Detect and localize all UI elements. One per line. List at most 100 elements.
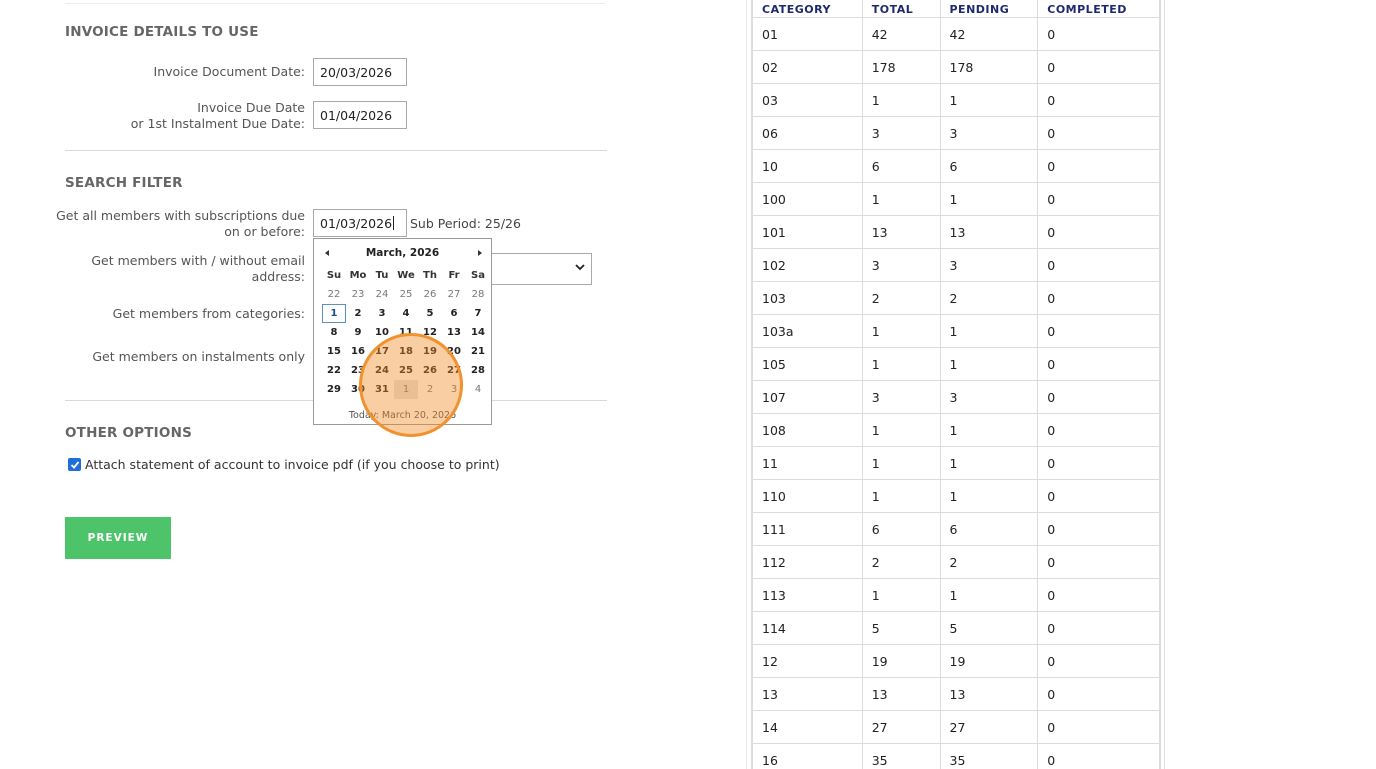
calendar-day[interactable]: 4 bbox=[466, 380, 490, 399]
calendar-day[interactable]: 6 bbox=[442, 304, 466, 323]
table-row: 06 3 3 0 bbox=[752, 116, 1160, 150]
table-row: 111 6 6 0 bbox=[752, 512, 1160, 546]
calendar-day[interactable]: 9 bbox=[346, 323, 370, 342]
calendar-day[interactable]: 15 bbox=[322, 342, 346, 361]
calendar-day[interactable]: 7 bbox=[466, 304, 490, 323]
cell-completed: 0 bbox=[1037, 479, 1160, 513]
calendar-day[interactable]: 22 bbox=[322, 285, 346, 304]
category-summary-table: CATEGORY TOTAL PENDING COMPLETED 01 42 42 0… bbox=[751, 0, 1161, 769]
table-header-row: CATEGORY TOTAL PENDING COMPLETED bbox=[752, 0, 1160, 18]
cell-category: 14 bbox=[752, 710, 863, 744]
cell-completed: 0 bbox=[1037, 50, 1160, 84]
cell-category: 114 bbox=[752, 611, 863, 645]
table-row: 13 13 13 0 bbox=[752, 677, 1160, 711]
email-filter-label-line2: address: bbox=[251, 269, 305, 284]
table-row: 105 1 1 0 bbox=[752, 347, 1160, 381]
checkmark-icon bbox=[70, 460, 79, 469]
cell-category: 11 bbox=[752, 446, 863, 480]
top-divider bbox=[65, 0, 605, 4]
cell-category: 06 bbox=[752, 116, 863, 150]
cell-pending: 19 bbox=[939, 644, 1039, 678]
cell-category: 16 bbox=[752, 743, 863, 769]
table-row: 110 1 1 0 bbox=[752, 479, 1160, 513]
attach-statement-checkbox[interactable] bbox=[68, 458, 81, 471]
section-divider bbox=[65, 150, 607, 151]
cell-total: 2 bbox=[861, 281, 941, 315]
calendar-day[interactable]: 4 bbox=[394, 304, 418, 323]
calendar-day[interactable]: 26 bbox=[418, 285, 442, 304]
calendar-day[interactable]: 24 bbox=[370, 285, 394, 304]
next-month-icon[interactable] bbox=[475, 247, 485, 259]
cell-total: 2 bbox=[861, 545, 941, 579]
cell-category: 105 bbox=[752, 347, 863, 381]
cell-category: 03 bbox=[752, 83, 863, 117]
cell-completed: 0 bbox=[1037, 710, 1160, 744]
cell-pending: 5 bbox=[939, 611, 1039, 645]
cell-total: 27 bbox=[861, 710, 941, 744]
calendar-day[interactable]: 13 bbox=[442, 323, 466, 342]
invoice-due-date-input[interactable]: 01/04/2026 bbox=[313, 101, 407, 129]
table-row: 102 3 3 0 bbox=[752, 248, 1160, 282]
weekday-label: Su bbox=[326, 270, 342, 281]
calendar-day[interactable]: 21 bbox=[466, 342, 490, 361]
cell-category: 12 bbox=[752, 644, 863, 678]
preview-button[interactable]: PREVIEW bbox=[65, 517, 171, 559]
calendar-day[interactable]: 23 bbox=[346, 285, 370, 304]
cell-pending: 6 bbox=[939, 149, 1039, 183]
table-row: 10 6 6 0 bbox=[752, 149, 1160, 183]
cell-pending: 1 bbox=[939, 446, 1039, 480]
table-row: 16 35 35 0 bbox=[752, 743, 1160, 769]
category-table: CATEGORY TOTAL PENDING COMPLETED 01 42 42 0… bbox=[752, 0, 1160, 769]
cell-pending: 1 bbox=[939, 83, 1039, 117]
cell-pending: 1 bbox=[939, 314, 1039, 348]
subscriptions-due-label-line2: on or before: bbox=[224, 224, 305, 239]
cell-completed: 0 bbox=[1037, 83, 1160, 117]
calendar-day[interactable]: 5 bbox=[418, 304, 442, 323]
table-row: 103 2 2 0 bbox=[752, 281, 1160, 315]
cell-completed: 0 bbox=[1037, 611, 1160, 645]
calendar-day[interactable]: 28 bbox=[466, 285, 490, 304]
invoice-due-date-label-line1: Invoice Due Date bbox=[197, 100, 305, 115]
subscriptions-due-label-line1: Get all members with subscriptions due bbox=[56, 208, 305, 223]
calendar-day[interactable]: 22 bbox=[322, 361, 346, 380]
cell-completed: 0 bbox=[1037, 182, 1160, 216]
calendar-day[interactable]: 28 bbox=[466, 361, 490, 380]
calendar-day[interactable]: 25 bbox=[394, 285, 418, 304]
calendar-day[interactable]: 8 bbox=[322, 323, 346, 342]
cell-category: 113 bbox=[752, 578, 863, 612]
table-row: 100 1 1 0 bbox=[752, 182, 1160, 216]
calendar-day[interactable]: 1 bbox=[322, 304, 346, 323]
weekday-label: Mo bbox=[349, 270, 367, 281]
cell-category: 103 bbox=[752, 281, 863, 315]
cell-category: 10 bbox=[752, 149, 863, 183]
cell-pending: 1 bbox=[939, 182, 1039, 216]
calendar-day[interactable]: 2 bbox=[346, 304, 370, 323]
calendar-month-title: March, 2026 bbox=[365, 247, 440, 259]
calendar-day[interactable]: 29 bbox=[322, 380, 346, 399]
cell-category: 107 bbox=[752, 380, 863, 414]
click-highlight-marker bbox=[359, 333, 463, 437]
attach-statement-option[interactable]: Attach statement of account to invoice p… bbox=[68, 457, 500, 472]
table-row: 113 1 1 0 bbox=[752, 578, 1160, 612]
section-title-search-filter: SEARCH FILTER bbox=[65, 175, 183, 191]
table-row: 108 1 1 0 bbox=[752, 413, 1160, 447]
email-filter-select[interactable] bbox=[490, 253, 592, 285]
calendar-day[interactable]: 27 bbox=[442, 285, 466, 304]
cell-total: 3 bbox=[861, 248, 941, 282]
calendar-day[interactable]: 14 bbox=[466, 323, 490, 342]
cell-total: 1 bbox=[861, 446, 941, 480]
cell-total: 3 bbox=[861, 116, 941, 150]
calendar-weekday-row: Su Mo Tu We Th Fr Sa bbox=[322, 266, 490, 285]
weekday-label: Th bbox=[423, 270, 437, 281]
invoice-document-date-input[interactable]: 20/03/2026 bbox=[313, 58, 407, 86]
subscriptions-due-date-value: 01/03/2026 bbox=[320, 215, 393, 231]
cell-category: 101 bbox=[752, 215, 863, 249]
calendar-day[interactable]: 3 bbox=[370, 304, 394, 323]
cell-category: 13 bbox=[752, 677, 863, 711]
cell-pending: 13 bbox=[939, 677, 1039, 711]
email-filter-label: Get members with / without email address… bbox=[91, 253, 305, 285]
sub-period-text: Sub Period: 25/26 bbox=[410, 216, 521, 231]
subscriptions-due-date-input[interactable]: 01/03/2026 bbox=[313, 209, 407, 237]
calendar-header: March, 2026 bbox=[314, 245, 491, 261]
cell-total: 1 bbox=[861, 347, 941, 381]
